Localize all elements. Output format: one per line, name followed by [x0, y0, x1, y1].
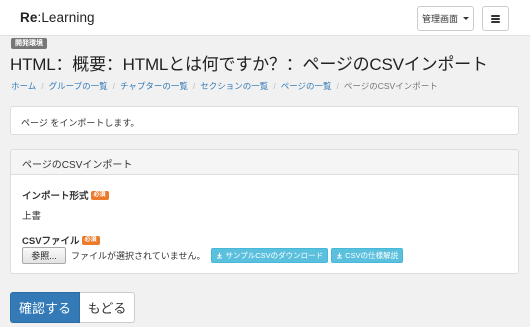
panel-heading: ページのCSVインポート: [11, 150, 518, 175]
page-title: HTML：概要：HTMLとは何ですか？：ページのCSVインポート: [10, 55, 488, 74]
admin-menu-label: 管理画面: [421, 14, 458, 24]
file-input-row: 参照... ファイルが選択されていません。 サンプルCSVのダウンロード CSV…: [22, 247, 406, 264]
hamburger-menu-button[interactable]: [482, 6, 509, 31]
download-icon: [337, 252, 343, 259]
breadcrumb-pages[interactable]: ページの一覧: [281, 80, 332, 92]
sample-csv-download-label: サンプルCSVのダウンロード: [225, 251, 324, 260]
file-browse-button[interactable]: 参照...: [22, 247, 66, 264]
csv-import-panel: ページのCSVインポート インポート形式 必須 上書 CSVファイル 必須 参照…: [10, 149, 519, 274]
breadcrumb-separator: /: [192, 81, 196, 91]
environment-badge: 開発環境: [11, 38, 47, 49]
required-badge: 必須: [81, 235, 100, 245]
file-status-text: ファイルが選択されていません。: [71, 251, 206, 261]
breadcrumb-sections[interactable]: セクションの一覧: [200, 80, 268, 92]
import-format-label-text: インポート形式: [22, 191, 89, 202]
breadcrumb-separator: /: [41, 81, 44, 91]
admin-menu-button[interactable]: 管理画面: [417, 6, 474, 31]
breadcrumb-separator: /: [273, 81, 276, 91]
breadcrumb-groups[interactable]: グループの一覧: [49, 80, 108, 92]
breadcrumb-separator: /: [112, 81, 115, 91]
caret-down-icon: [463, 17, 469, 20]
import-format-label: インポート形式 必須: [22, 188, 109, 202]
back-button[interactable]: もどる: [80, 292, 135, 323]
hamburger-icon: [491, 14, 500, 23]
brand-logo[interactable]: Re:Learning: [20, 10, 95, 25]
brand-rest: :Learning: [37, 10, 95, 25]
breadcrumb-chapters[interactable]: チャプターの一覧: [120, 80, 188, 92]
import-format-value: 上書: [22, 211, 42, 222]
required-badge: 必須: [90, 190, 109, 200]
breadcrumb-home[interactable]: ホーム: [11, 80, 36, 92]
top-navbar: Re:Learning 管理画面: [0, 0, 530, 36]
brand-bold: Re: [20, 10, 38, 25]
breadcrumb-current: ページのCSVインポート: [343, 81, 438, 91]
csv-file-label: CSVファイル 必須: [22, 233, 100, 247]
download-icon: [217, 252, 223, 259]
confirm-button[interactable]: 確認する: [10, 292, 80, 323]
csv-spec-button[interactable]: CSVの仕様解説: [331, 248, 404, 263]
csv-spec-label: CSVの仕様解説: [345, 251, 399, 260]
csv-file-label-text: CSVファイル: [22, 236, 80, 247]
breadcrumb-separator: /: [336, 81, 339, 91]
info-message: ページ をインポートします。: [10, 106, 519, 135]
sample-csv-download-button[interactable]: サンプルCSVのダウンロード: [211, 248, 329, 263]
breadcrumb: ホーム / グループの一覧 / チャプターの一覧 / セクションの一覧 / ペー…: [11, 80, 438, 92]
